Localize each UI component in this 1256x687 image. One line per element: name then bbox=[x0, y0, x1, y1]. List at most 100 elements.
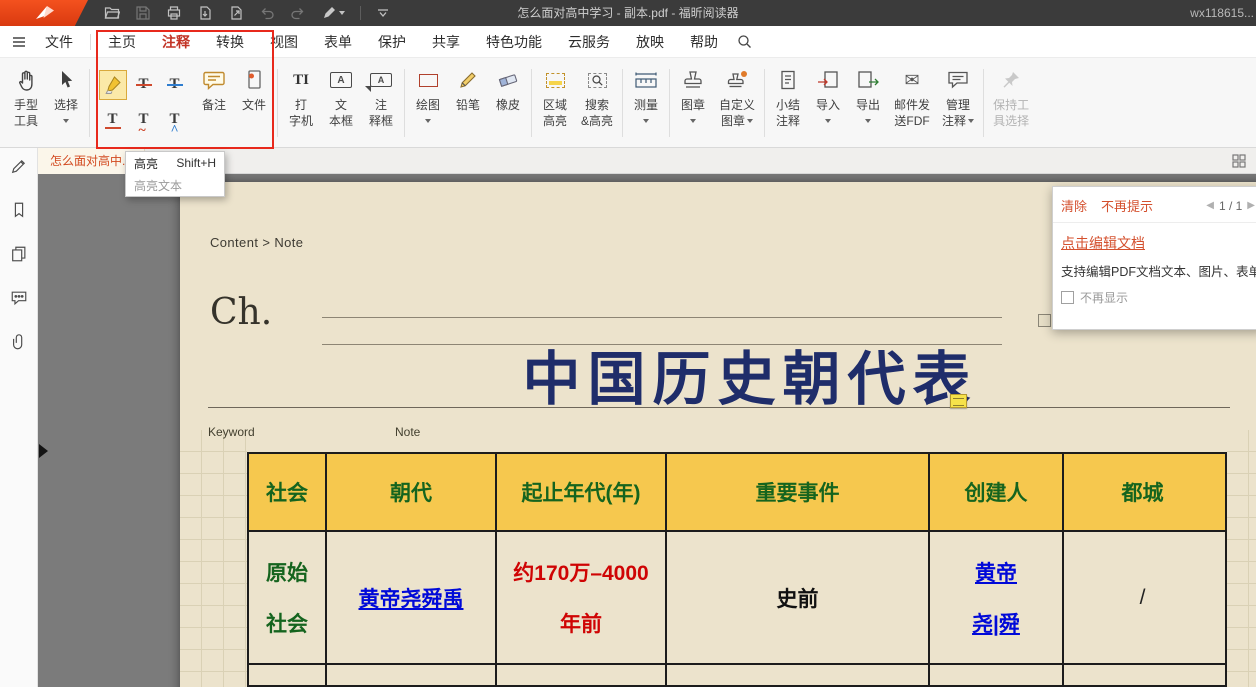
search-icon[interactable] bbox=[737, 34, 752, 49]
tab-cloud[interactable]: 云服务 bbox=[555, 26, 623, 58]
header-capital: 都城 bbox=[1062, 454, 1221, 530]
print-button[interactable] bbox=[166, 5, 182, 21]
sidebar-expand-handle[interactable] bbox=[39, 444, 48, 458]
next-page-icon[interactable]: ▶ bbox=[1247, 200, 1255, 211]
tab-home[interactable]: 主页 bbox=[95, 26, 149, 58]
tab-help[interactable]: 帮助 bbox=[677, 26, 731, 58]
tab-convert[interactable]: 转换 bbox=[203, 26, 257, 58]
table-row: 原始 社会 黄帝尧舜禹 约170万–4000 年前 史前 黄帝 尧|舜 bbox=[249, 530, 1225, 663]
textbox-tool-button[interactable]: 文 本框 bbox=[321, 61, 361, 145]
tab-form[interactable]: 表单 bbox=[311, 26, 365, 58]
dynasty-link[interactable]: 黄帝尧舜禹 bbox=[359, 583, 464, 613]
measure-tool-button[interactable]: 测量 bbox=[626, 61, 666, 145]
select-tool-button[interactable]: 选择 bbox=[46, 61, 86, 145]
highlighter-qat-button[interactable] bbox=[321, 5, 345, 21]
custom-stamp-tool-button[interactable]: 自定义 图章 bbox=[713, 61, 761, 145]
popup-description: 支持编辑PDF文档文本、图片、表单 bbox=[1061, 261, 1255, 280]
replace-text-tool-icon[interactable] bbox=[161, 70, 189, 100]
underline-tool-icon[interactable] bbox=[99, 105, 127, 135]
callout-tool-button[interactable]: 注 释框 bbox=[361, 61, 401, 145]
tool-label: 橡皮 bbox=[496, 97, 520, 113]
keep-tool-selected-button[interactable]: 保持工 具选择 bbox=[987, 61, 1035, 145]
inline-edit-icon[interactable] bbox=[1038, 314, 1051, 327]
area-highlight-icon bbox=[546, 63, 565, 97]
create-pdf-button[interactable] bbox=[228, 5, 244, 21]
tool-label: 搜索 bbox=[585, 97, 609, 113]
clear-link[interactable]: 清除 bbox=[1061, 196, 1087, 215]
manage-comments-tool-button[interactable]: 管理 注释 bbox=[936, 61, 980, 145]
tool-label: 保持工 bbox=[993, 97, 1029, 113]
undo-button[interactable] bbox=[259, 5, 275, 21]
menu-item-label: 高亮 bbox=[134, 155, 158, 172]
export-pdf-button[interactable] bbox=[197, 5, 213, 21]
menu-item-highlight[interactable]: 高亮 Shift+H bbox=[126, 152, 224, 174]
cell-founder: 黄帝 尧|舜 bbox=[928, 532, 1062, 663]
ribbon-divider bbox=[983, 69, 984, 137]
typewriter-tool-button[interactable]: 打 字机 bbox=[281, 61, 321, 145]
cell-capital: / bbox=[1062, 532, 1221, 663]
title-underline bbox=[208, 407, 1230, 408]
prev-page-icon[interactable]: ◀ bbox=[1206, 200, 1214, 211]
tab-layout-grid-icon[interactable] bbox=[1232, 154, 1246, 168]
search-highlight-tool-button[interactable]: 搜索 &高亮 bbox=[575, 61, 619, 145]
tab-comment[interactable]: 注释 bbox=[149, 26, 203, 58]
tool-label: 小结 bbox=[776, 97, 800, 113]
open-file-button[interactable] bbox=[104, 5, 120, 21]
email-fdf-tool-button[interactable]: 邮件发 送FDF bbox=[888, 61, 936, 145]
account-name[interactable]: wx118615... bbox=[1190, 6, 1254, 20]
dont-show-label[interactable]: 不再显示 bbox=[1080, 289, 1128, 306]
highlight-tool-icon[interactable] bbox=[99, 70, 127, 100]
summarize-comments-tool-button[interactable]: 小结 注释 bbox=[768, 61, 808, 145]
annotations-panel-icon[interactable] bbox=[10, 157, 28, 175]
hamburger-menu-icon[interactable] bbox=[12, 36, 26, 48]
cell-dynasty: 黄帝尧舜禹 bbox=[325, 532, 495, 663]
comments-panel-icon[interactable] bbox=[10, 289, 28, 307]
tab-view[interactable]: 视图 bbox=[257, 26, 311, 58]
textbox-icon bbox=[330, 63, 352, 97]
drawing-tool-button[interactable]: 绘图 bbox=[408, 61, 448, 145]
save-button[interactable] bbox=[135, 5, 151, 21]
founder-link[interactable]: 黄帝 bbox=[975, 557, 1017, 587]
file-attach-tool-button[interactable]: 文件 bbox=[234, 61, 274, 145]
menu-item-label: 高亮文本 bbox=[134, 177, 182, 194]
qat-customize-chevron[interactable] bbox=[376, 8, 390, 18]
dont-remind-link[interactable]: 不再提示 bbox=[1101, 196, 1153, 215]
tab-share[interactable]: 共享 bbox=[419, 26, 473, 58]
hand-icon bbox=[15, 63, 37, 97]
sticky-note-annotation-icon[interactable] bbox=[950, 394, 967, 408]
header-society: 社会 bbox=[249, 454, 325, 530]
pages-panel-icon[interactable] bbox=[10, 245, 28, 263]
dont-show-checkbox[interactable] bbox=[1061, 291, 1074, 304]
squiggly-underline-tool-icon[interactable] bbox=[130, 105, 158, 135]
cursor-icon bbox=[56, 63, 76, 97]
typewriter-icon bbox=[293, 63, 309, 97]
redo-button[interactable] bbox=[290, 5, 306, 21]
menu-file[interactable]: 文件 bbox=[32, 26, 86, 58]
bookmarks-panel-icon[interactable] bbox=[10, 201, 28, 219]
header-period: 起止年代(年) bbox=[495, 454, 665, 530]
eraser-tool-button[interactable]: 橡皮 bbox=[488, 61, 528, 145]
eraser-icon bbox=[496, 63, 520, 97]
import-comments-tool-button[interactable]: 导入 bbox=[808, 61, 848, 145]
dropdown-arrow-icon bbox=[425, 119, 431, 123]
attachments-panel-icon[interactable] bbox=[10, 333, 28, 351]
founder-link[interactable]: 尧|舜 bbox=[972, 608, 1020, 638]
pencil-icon bbox=[457, 63, 479, 97]
menu-item-highlight-text[interactable]: 高亮文本 bbox=[126, 174, 224, 196]
hand-tool-button[interactable]: 手型 工具 bbox=[6, 61, 46, 145]
insert-text-tool-icon[interactable] bbox=[161, 105, 189, 135]
tab-protect[interactable]: 保护 bbox=[365, 26, 419, 58]
strikeout-tool-icon[interactable] bbox=[130, 70, 158, 100]
rectangle-icon bbox=[419, 63, 438, 97]
stamp-tool-button[interactable]: 图章 bbox=[673, 61, 713, 145]
tab-features[interactable]: 特色功能 bbox=[473, 26, 555, 58]
highlight-dropdown-menu: 高亮 Shift+H 高亮文本 bbox=[125, 151, 225, 197]
area-highlight-tool-button[interactable]: 区域 高亮 bbox=[535, 61, 575, 145]
edit-document-link[interactable]: 点击编辑文档 bbox=[1061, 233, 1145, 253]
tab-present[interactable]: 放映 bbox=[623, 26, 677, 58]
export-comments-tool-button[interactable]: 导出 bbox=[848, 61, 888, 145]
pencil-tool-button[interactable]: 铅笔 bbox=[448, 61, 488, 145]
note-tool-button[interactable]: 备注 bbox=[194, 61, 234, 145]
menu-bar: 文件 主页 注释 转换 视图 表单 保护 共享 特色功能 云服务 放映 帮助 bbox=[0, 26, 1256, 58]
tool-label: 图章 bbox=[721, 113, 745, 129]
